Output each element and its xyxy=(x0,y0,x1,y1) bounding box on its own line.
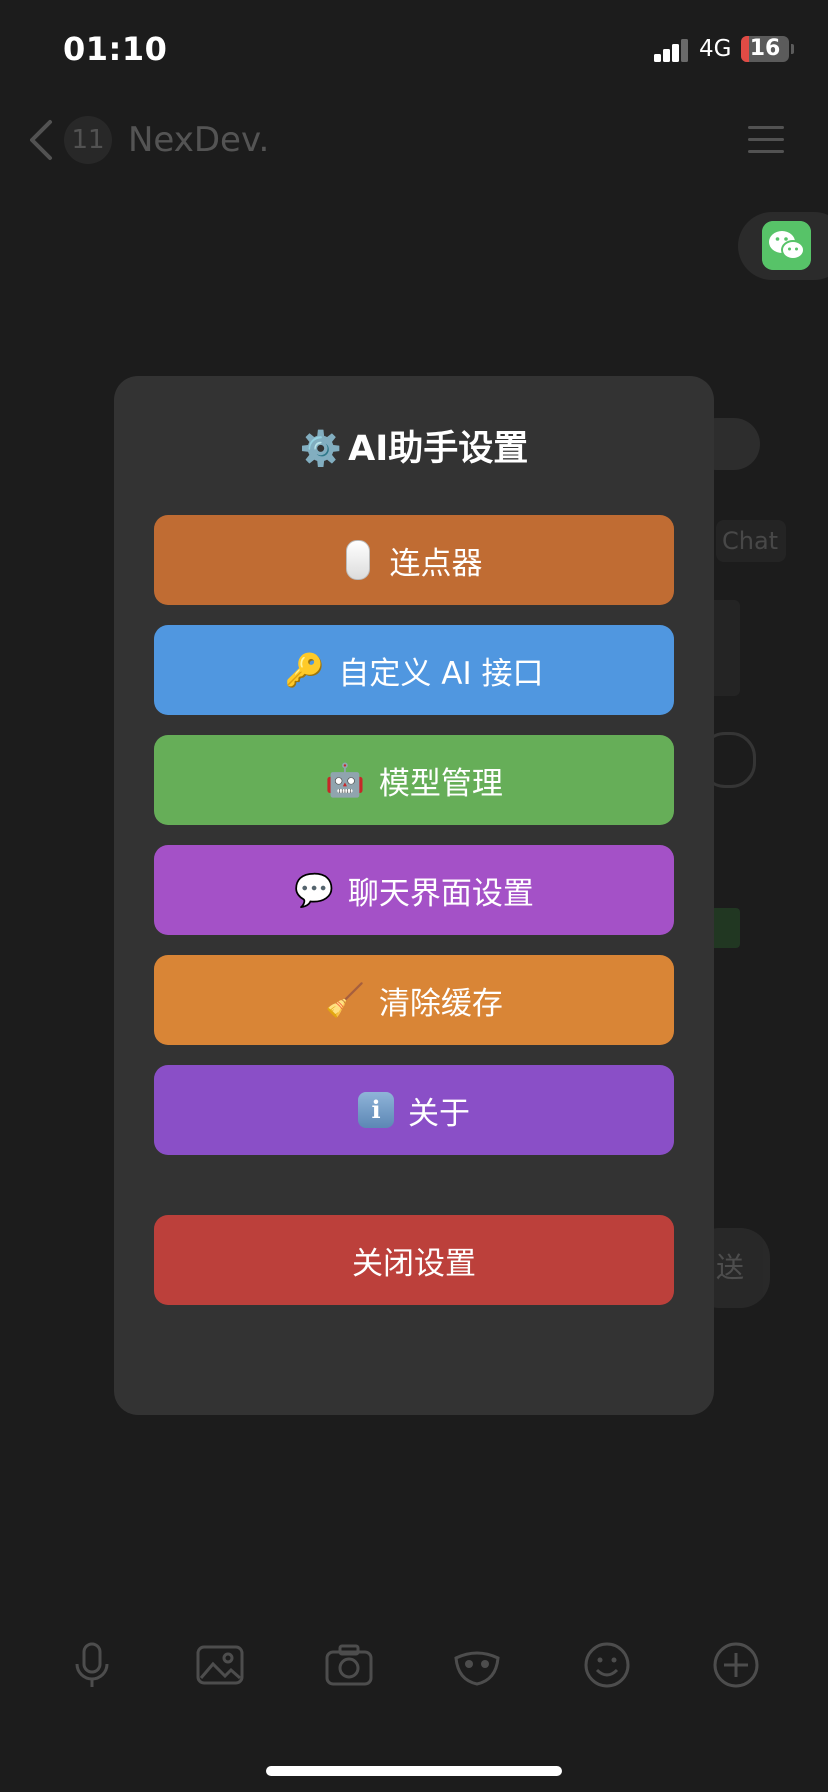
wechat-icon[interactable] xyxy=(762,221,811,270)
auto-clicker-button[interactable]: 连点器 xyxy=(154,515,674,605)
clear-cache-label: 清除缓存 xyxy=(378,985,503,1022)
camera-icon[interactable] xyxy=(324,1640,374,1690)
key-icon: 🔑 xyxy=(284,651,325,689)
clear-cache-button[interactable]: 🧹 清除缓存 xyxy=(154,955,674,1045)
model-management-button[interactable]: 🤖 模型管理 xyxy=(154,735,674,825)
broom-icon: 🧹 xyxy=(325,981,365,1019)
about-button[interactable]: i 关于 xyxy=(154,1065,674,1155)
model-management-label: 模型管理 xyxy=(378,765,503,802)
settings-modal: ⚙️ AI助手设置 连点器 🔑 自定义 AI 接口 🤖 模型管理 💬 聊天界面设置… xyxy=(114,376,714,1415)
mask-icon[interactable] xyxy=(452,1640,502,1690)
modal-title-text: AI助手设置 xyxy=(348,429,529,469)
mouse-icon xyxy=(345,540,370,580)
battery-percentage: 16 xyxy=(749,36,781,61)
custom-ai-api-button[interactable]: 🔑 自定义 AI 接口 xyxy=(154,625,674,715)
plus-circle-icon[interactable] xyxy=(711,1640,761,1690)
menu-icon[interactable] xyxy=(748,126,784,154)
custom-ai-api-label: 自定义 AI 接口 xyxy=(338,655,544,692)
image-icon[interactable] xyxy=(195,1640,245,1690)
chat-toolbar xyxy=(0,1640,828,1720)
modal-title: ⚙️ AI助手设置 xyxy=(114,420,714,471)
chat-contact-name: NexDev. xyxy=(128,120,270,160)
speech-bubble-icon: 💬 xyxy=(294,871,334,909)
cellular-signal-icon xyxy=(654,38,690,62)
network-type: 4G xyxy=(699,36,732,62)
auto-clicker-label: 连点器 xyxy=(389,545,483,582)
battery-icon: 16 xyxy=(741,36,789,62)
battery-cap xyxy=(791,44,794,54)
microphone-icon[interactable] xyxy=(67,1640,117,1690)
chat-ui-settings-label: 聊天界面设置 xyxy=(347,875,534,912)
emoji-icon[interactable] xyxy=(582,1640,632,1690)
close-settings-button[interactable]: 关闭设置 xyxy=(154,1215,674,1305)
gear-icon: ⚙️ xyxy=(299,429,343,469)
status-time: 01:10 xyxy=(63,30,168,68)
chat-message-snippet: Chat xyxy=(716,520,786,562)
close-settings-label: 关闭设置 xyxy=(352,1245,476,1282)
chat-green-block xyxy=(710,908,740,948)
about-label: 关于 xyxy=(408,1095,470,1132)
home-indicator[interactable] xyxy=(266,1766,562,1776)
robot-icon: 🤖 xyxy=(325,761,365,799)
info-icon: i xyxy=(358,1092,394,1128)
unread-count-badge: 11 xyxy=(64,116,112,164)
back-chevron-icon[interactable] xyxy=(26,118,56,162)
chat-ui-settings-button[interactable]: 💬 聊天界面设置 xyxy=(154,845,674,935)
